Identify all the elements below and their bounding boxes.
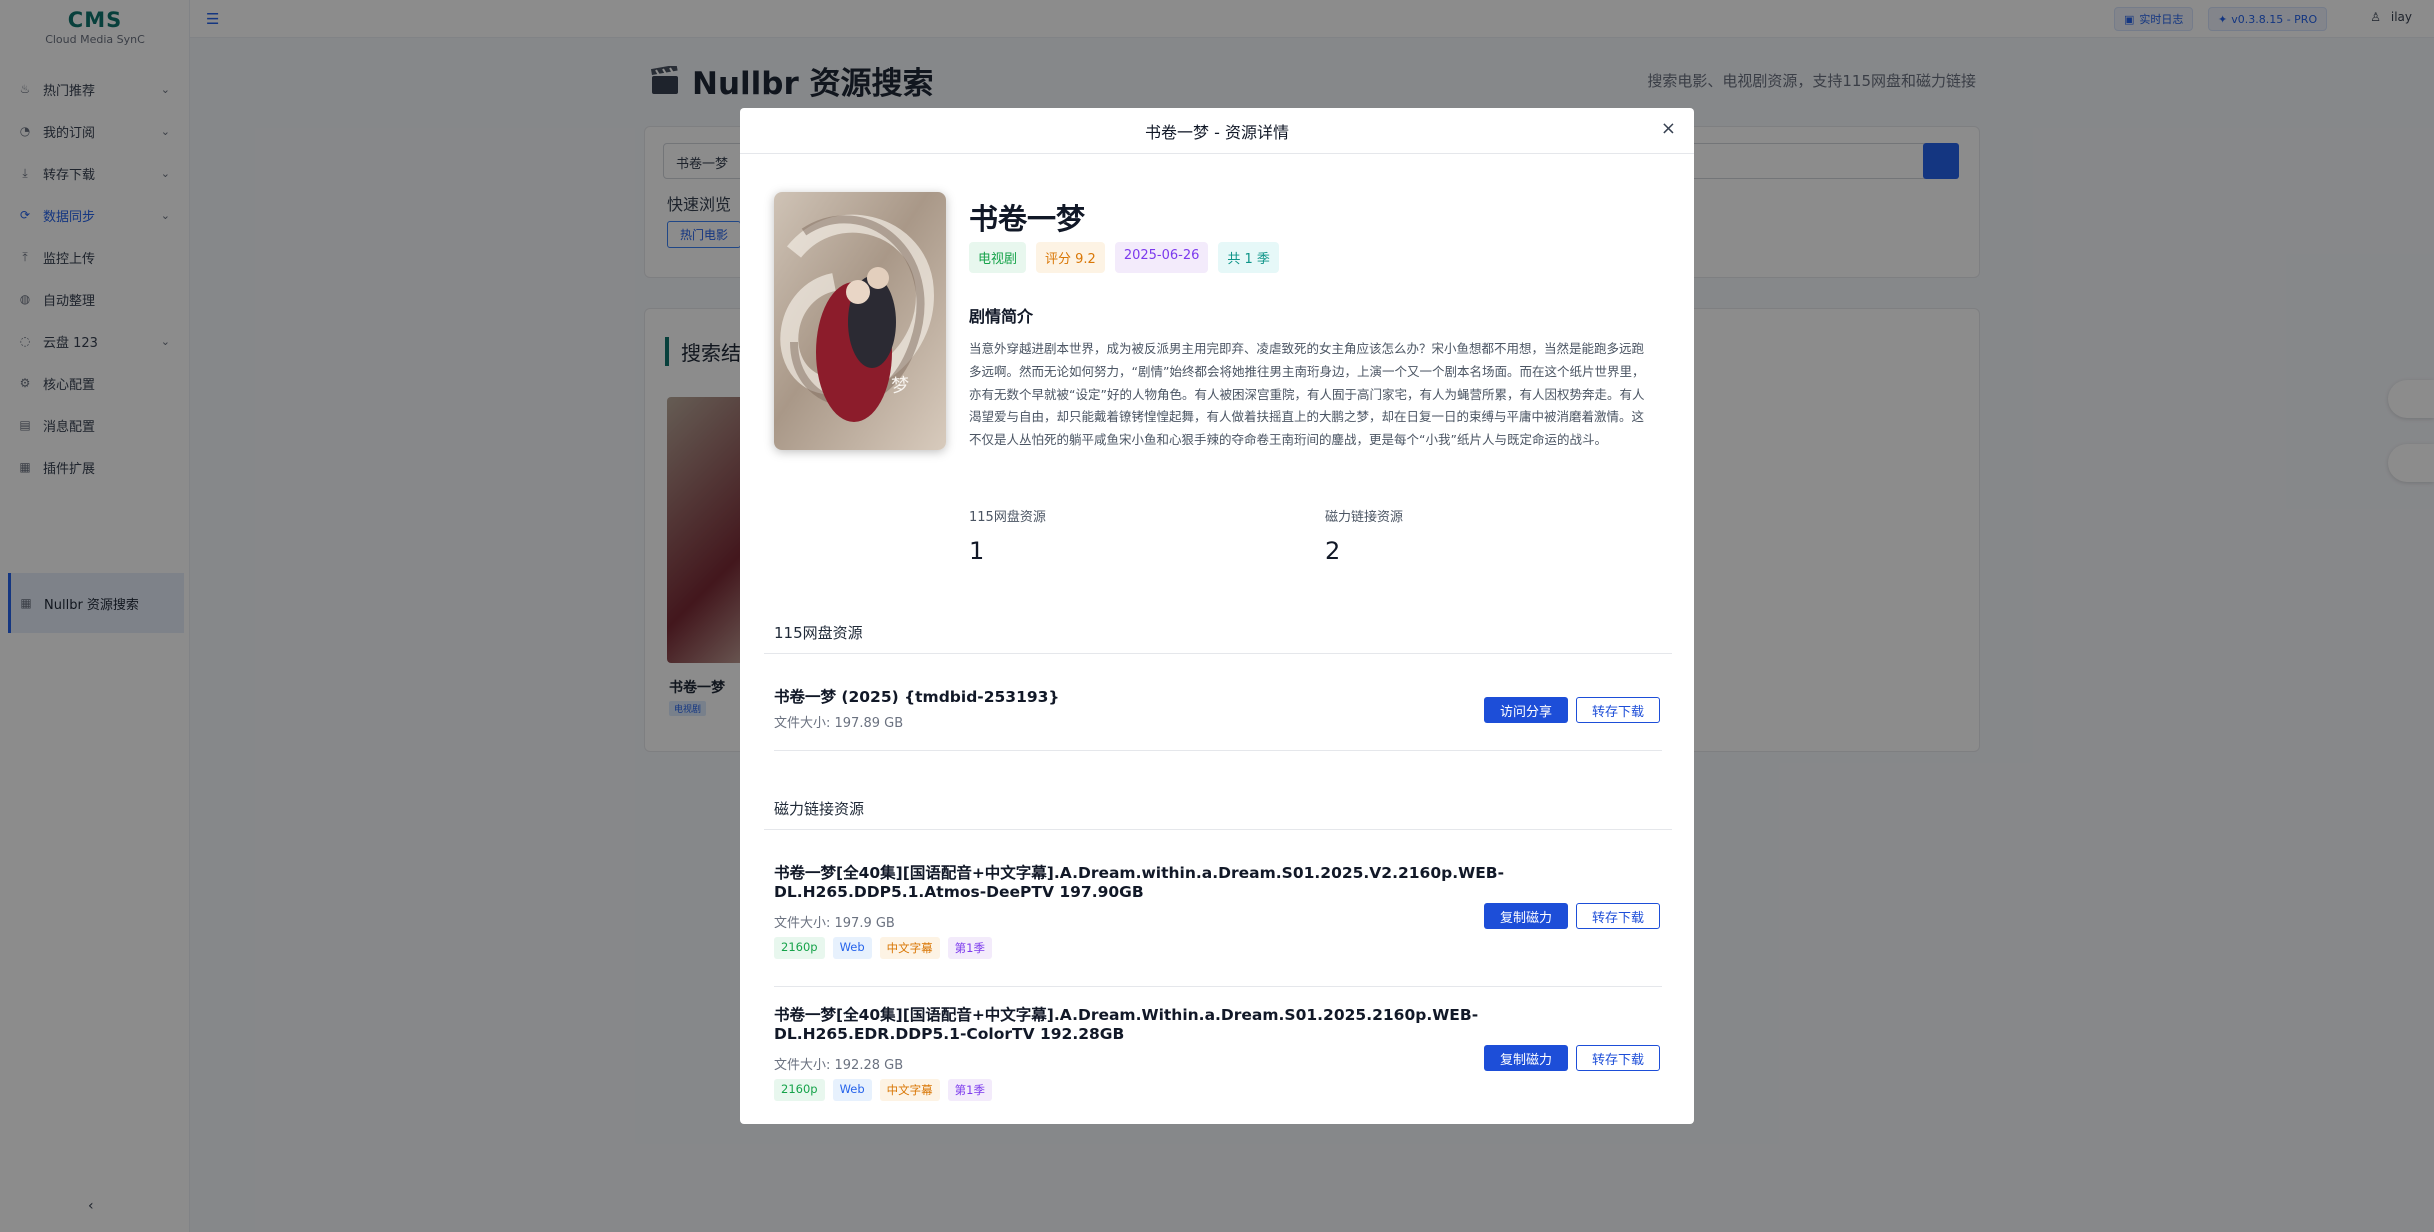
row-divider: [774, 986, 1662, 987]
season-tag: 第1季: [947, 1079, 992, 1101]
pan115-stat: 115网盘资源 1: [969, 506, 1046, 565]
pan115-item-name: 书卷一梦 (2025) {tmdbid-253193}: [774, 688, 1060, 706]
rating-tag: 评分 9.2: [1036, 242, 1105, 273]
magnet-item-name-line1: 书卷一梦[全40集][国语配音+中文字幕].A.Dream.Within.a.D…: [774, 1006, 1479, 1024]
poster-art: 梦: [774, 192, 946, 450]
magnet-item-name: 书卷一梦[全40集][国语配音+中文字幕].A.Dream.within.a.D…: [774, 864, 1504, 902]
magnet-item-name-line1: 书卷一梦[全40集][国语配音+中文字幕].A.Dream.within.a.D…: [774, 864, 1505, 882]
copy-magnet-button[interactable]: 复制磁力: [1484, 1045, 1568, 1071]
magnet-item-name: 书卷一梦[全40集][国语配音+中文字幕].A.Dream.Within.a.D…: [774, 1006, 1478, 1044]
pan115-item-size: 文件大小: 197.89 GB: [774, 716, 904, 731]
magnet-item-size: 文件大小: 192.28 GB: [774, 1058, 904, 1073]
copy-magnet-button[interactable]: 复制磁力: [1484, 903, 1568, 929]
magnet-item-size: 文件大小: 197.9 GB: [774, 916, 895, 931]
pan115-stat-count: 1: [969, 537, 985, 565]
source-tag: Web: [832, 1079, 872, 1101]
synopsis-heading: 剧情简介: [969, 307, 1034, 326]
magnet-stat: 磁力链接资源 2: [1325, 506, 1403, 565]
section-divider: [764, 829, 1672, 830]
release-date-tag: 2025-06-26: [1114, 242, 1209, 273]
resource-tags: 电视剧 评分 9.2 2025-06-26 共 1 季: [969, 242, 1279, 273]
magnet-item-name-line2: DL.H265.EDR.DDP5.1-ColorTV 192.28GB: [774, 1025, 1125, 1043]
row-divider: [774, 750, 1662, 751]
season-count-tag: 共 1 季: [1218, 242, 1279, 273]
magnet-stat-label: 磁力链接资源: [1325, 510, 1404, 525]
svg-text:梦: 梦: [891, 374, 911, 396]
resolution-tag: 2160p: [774, 1079, 825, 1101]
poster-image: 梦: [774, 192, 946, 450]
source-tag: Web: [832, 937, 872, 959]
pan115-section-title: 115网盘资源: [774, 624, 863, 642]
close-icon[interactable]: ×: [1661, 118, 1676, 139]
resolution-tag: 2160p: [774, 937, 825, 959]
save-download-button[interactable]: 转存下载: [1576, 697, 1660, 723]
resource-detail-modal: 书卷一梦 - 资源详情 × 梦 书卷一梦 电视剧 评分 9.2 2025-06-…: [740, 108, 1694, 1124]
subtitle-tag: 中文字幕: [879, 1079, 940, 1101]
pan115-stat-label: 115网盘资源: [969, 510, 1046, 525]
save-download-button[interactable]: 转存下载: [1576, 903, 1660, 929]
season-tag: 第1季: [947, 937, 992, 959]
synopsis-text: 当意外穿越进剧本世界，成为被反派男主用完即弃、凌虐致死的女主角应该怎么办？宋小鱼…: [969, 341, 1645, 448]
magnet-item-tags: 2160p Web 中文字幕 第1季: [774, 1079, 992, 1101]
magnet-item-tags: 2160p Web 中文字幕 第1季: [774, 937, 992, 959]
visit-share-button[interactable]: 访问分享: [1484, 697, 1568, 723]
subtitle-tag: 中文字幕: [879, 937, 940, 959]
type-tag: 电视剧: [969, 242, 1027, 273]
modal-title: 书卷一梦 - 资源详情: [1145, 122, 1289, 142]
section-divider: [764, 653, 1672, 654]
save-download-button[interactable]: 转存下载: [1576, 1045, 1660, 1071]
modal-header: 书卷一梦 - 资源详情 ×: [740, 108, 1694, 154]
magnet-stat-count: 2: [1325, 537, 1341, 565]
magnet-section-title: 磁力链接资源: [774, 800, 865, 818]
resource-title: 书卷一梦: [969, 202, 1086, 236]
magnet-item-name-line2: DL.H265.DDP5.1.Atmos-DeePTV 197.90GB: [774, 883, 1144, 901]
